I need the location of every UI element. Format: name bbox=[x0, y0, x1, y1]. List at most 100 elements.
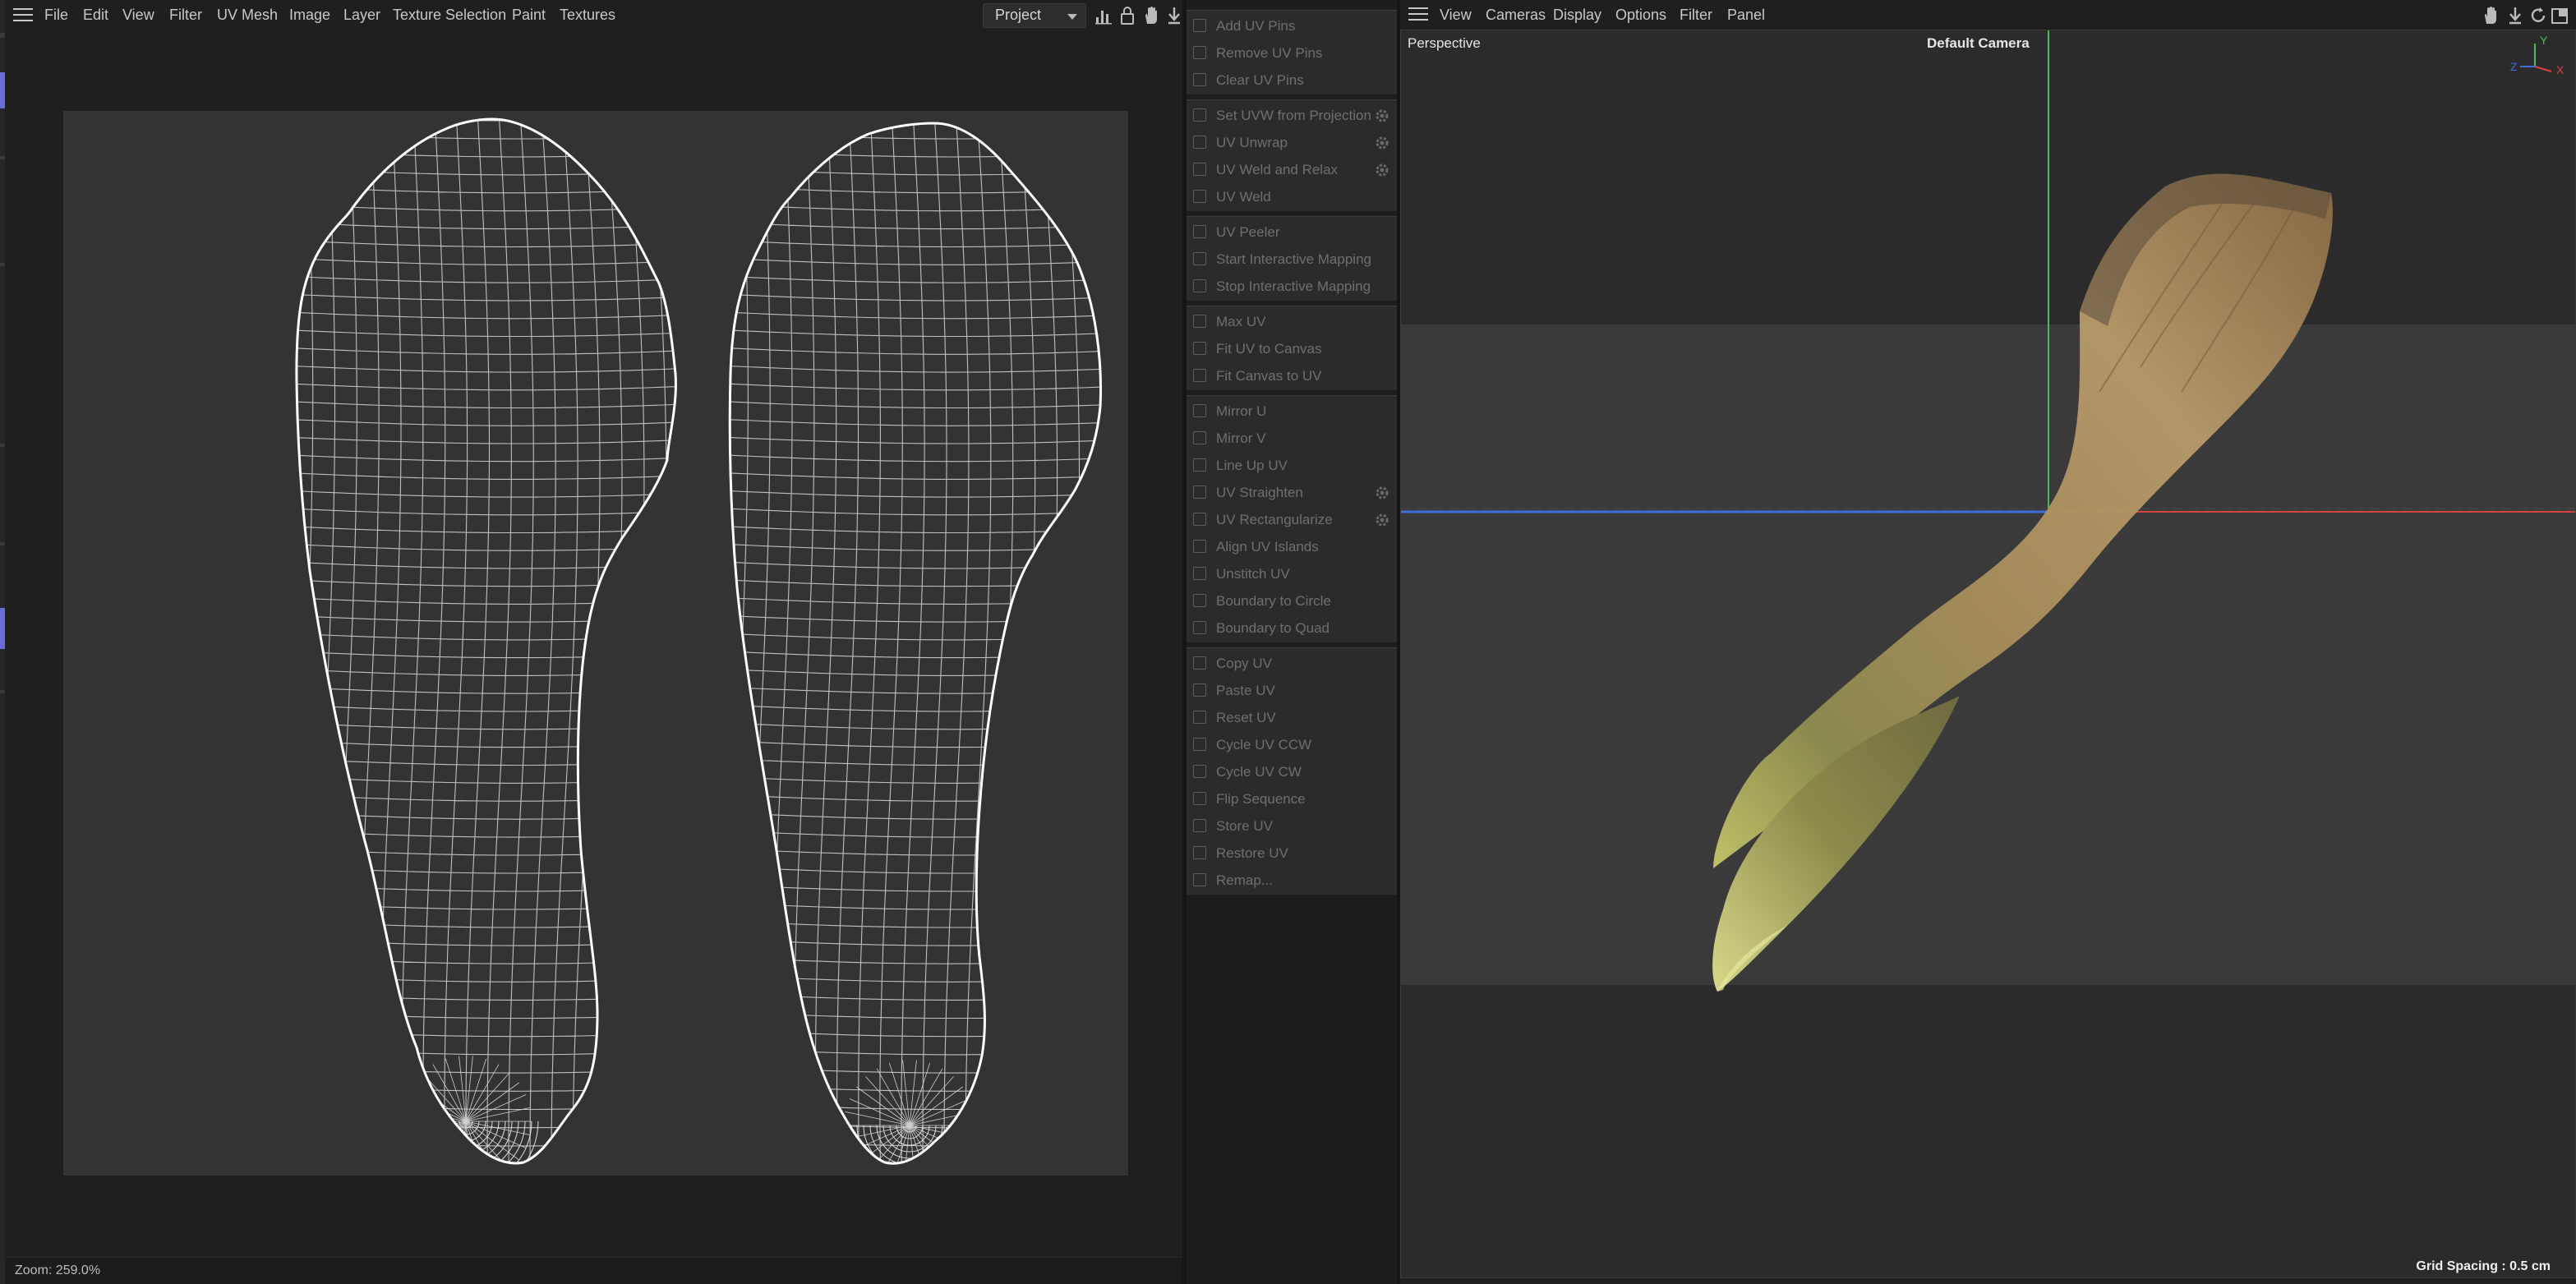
menu-paint[interactable]: Paint bbox=[512, 7, 546, 24]
menu-filter[interactable]: Filter bbox=[169, 7, 202, 24]
cmd-boundary-to-quad[interactable]: Boundary to Quad bbox=[1187, 614, 1397, 642]
uv-island-left[interactable] bbox=[272, 111, 689, 1176]
fit-canvas-icon bbox=[1193, 369, 1206, 382]
histogram-icon[interactable] bbox=[1094, 6, 1113, 25]
uv-island-right[interactable] bbox=[707, 111, 1123, 1176]
cmd-mirror-v[interactable]: Mirror V bbox=[1187, 425, 1397, 452]
cmd-set-uvw-from-projection[interactable]: Set UVW from Projection bbox=[1187, 102, 1397, 129]
scene-render[interactable] bbox=[1401, 30, 2576, 1278]
cmd-flip-sequence[interactable]: Flip Sequence bbox=[1187, 785, 1397, 812]
cmd-label: Set UVW from Projection bbox=[1216, 108, 1371, 123]
vp-menu-panel[interactable]: Panel bbox=[1727, 7, 1765, 24]
cmd-cycle-uv-ccw[interactable]: Cycle UV CCW bbox=[1187, 731, 1397, 758]
viewport-scene[interactable]: Perspective Default Camera Y Z X Grid Sp… bbox=[1400, 30, 2576, 1278]
menu-file[interactable]: File bbox=[44, 7, 68, 24]
cmd-label: UV Weld bbox=[1216, 189, 1271, 205]
cmd-label: Unstitch UV bbox=[1216, 566, 1290, 582]
gear-icon[interactable] bbox=[1374, 162, 1390, 178]
cmd-mirror-u[interactable]: Mirror U bbox=[1187, 398, 1397, 425]
cmd-copy-uv[interactable]: Copy UV bbox=[1187, 650, 1397, 677]
uv-status-bar: Zoom: 259.0% bbox=[5, 1257, 1182, 1284]
cmd-remove-uv-pins[interactable]: Remove UV Pins bbox=[1187, 39, 1397, 67]
move-down-icon[interactable] bbox=[2506, 6, 2524, 25]
vp-menu-options[interactable]: Options bbox=[1615, 7, 1666, 24]
rectangularize-icon bbox=[1193, 513, 1206, 526]
weld-icon bbox=[1193, 190, 1206, 203]
remap-icon bbox=[1193, 873, 1206, 886]
menu-texture-selection[interactable]: Texture Selection bbox=[393, 7, 506, 24]
lock-icon[interactable] bbox=[1118, 6, 1136, 25]
uv-canvas[interactable] bbox=[63, 111, 1128, 1176]
cmd-uv-unwrap[interactable]: UV Unwrap bbox=[1187, 129, 1397, 156]
cmd-uv-weld[interactable]: UV Weld bbox=[1187, 183, 1397, 210]
cmd-uv-rectangularize[interactable]: UV Rectangularize bbox=[1187, 506, 1397, 533]
cmd-unstitch-uv[interactable]: Unstitch UV bbox=[1187, 560, 1397, 587]
cmd-uv-weld-and-relax[interactable]: UV Weld and Relax bbox=[1187, 156, 1397, 183]
gizmo-z-label: Z bbox=[2510, 60, 2518, 73]
vp-menu-filter[interactable]: Filter bbox=[1680, 7, 1712, 24]
camera-label[interactable]: Default Camera bbox=[1927, 35, 2030, 52]
weld-relax-icon bbox=[1193, 163, 1206, 176]
mirror-u-icon bbox=[1193, 404, 1206, 417]
cmd-cycle-uv-cw[interactable]: Cycle UV CW bbox=[1187, 758, 1397, 785]
menu-image[interactable]: Image bbox=[289, 7, 330, 24]
cmd-label: UV Unwrap bbox=[1216, 135, 1288, 150]
gear-icon[interactable] bbox=[1374, 108, 1390, 124]
zoom-label: Zoom: 259.0% bbox=[15, 1263, 101, 1277]
menu-uv-mesh[interactable]: UV Mesh bbox=[217, 7, 278, 24]
hand-pan-icon[interactable] bbox=[1142, 6, 1160, 25]
vp-menu-cameras[interactable]: Cameras bbox=[1486, 7, 1546, 24]
menu-edit[interactable]: Edit bbox=[83, 7, 108, 24]
cmd-restore-uv[interactable]: Restore UV bbox=[1187, 840, 1397, 867]
cmd-clear-uv-pins[interactable]: Clear UV Pins bbox=[1187, 67, 1397, 94]
gear-icon[interactable] bbox=[1374, 485, 1390, 501]
hand-pan-icon[interactable] bbox=[2482, 6, 2500, 25]
cmd-label: Max UV bbox=[1216, 314, 1266, 329]
cmd-uv-straighten[interactable]: UV Straighten bbox=[1187, 479, 1397, 506]
view-mode-label[interactable]: Perspective bbox=[1408, 35, 1481, 52]
cmd-boundary-to-circle[interactable]: Boundary to Circle bbox=[1187, 587, 1397, 614]
cmd-reset-uv[interactable]: Reset UV bbox=[1187, 704, 1397, 731]
cmd-stop-interactive-mapping[interactable]: Stop Interactive Mapping bbox=[1187, 273, 1397, 300]
mirror-v-icon bbox=[1193, 431, 1206, 444]
cmd-label: UV Rectangularize bbox=[1216, 512, 1333, 527]
move-down-icon[interactable] bbox=[1165, 6, 1183, 25]
project-select[interactable]: Project bbox=[983, 3, 1086, 28]
uv-panel-menu-icon[interactable] bbox=[13, 8, 33, 23]
uv-commands-palette: Add UV Pins Remove UV Pins Clear UV Pins Se… bbox=[1187, 0, 1397, 1284]
palette-group: Max UV Fit UV to Canvas Fit Canvas to UV bbox=[1187, 306, 1397, 390]
palette-group: Add UV Pins Remove UV Pins Clear UV Pins bbox=[1187, 10, 1397, 94]
cmd-store-uv[interactable]: Store UV bbox=[1187, 812, 1397, 840]
play-icon bbox=[1193, 252, 1206, 265]
cmd-remap[interactable]: Remap... bbox=[1187, 867, 1397, 894]
cmd-start-interactive-mapping[interactable]: Start Interactive Mapping bbox=[1187, 246, 1397, 273]
cmd-label: Mirror V bbox=[1216, 430, 1266, 446]
gear-icon[interactable] bbox=[1374, 512, 1390, 528]
menu-view[interactable]: View bbox=[122, 7, 154, 24]
cmd-label: Add UV Pins bbox=[1216, 18, 1296, 34]
cmd-add-uv-pins[interactable]: Add UV Pins bbox=[1187, 12, 1397, 39]
cmd-uv-peeler[interactable]: UV Peeler bbox=[1187, 219, 1397, 246]
viewport-panel-menu-icon[interactable] bbox=[1408, 7, 1428, 22]
uv-islands[interactable] bbox=[63, 111, 1128, 1176]
cmd-align-uv-islands[interactable]: Align UV Islands bbox=[1187, 533, 1397, 560]
cmd-max-uv[interactable]: Max UV bbox=[1187, 308, 1397, 335]
gear-icon[interactable] bbox=[1374, 135, 1390, 151]
cmd-label: Remove UV Pins bbox=[1216, 45, 1323, 61]
vp-menu-display[interactable]: Display bbox=[1553, 7, 1601, 24]
menu-layer[interactable]: Layer bbox=[343, 7, 380, 24]
cmd-line-up-uv[interactable]: Line Up UV bbox=[1187, 452, 1397, 479]
rotate-icon[interactable] bbox=[2529, 6, 2547, 25]
chevron-down-icon bbox=[1067, 14, 1077, 20]
cmd-label: Cycle UV CCW bbox=[1216, 737, 1312, 752]
cmd-fit-uv-to-canvas[interactable]: Fit UV to Canvas bbox=[1187, 335, 1397, 362]
cmd-fit-canvas-to-uv[interactable]: Fit Canvas to UV bbox=[1187, 362, 1397, 389]
cmd-paste-uv[interactable]: Paste UV bbox=[1187, 677, 1397, 704]
palette-group: Set UVW from Projection UV Unwrap UV Weld … bbox=[1187, 99, 1397, 211]
cmd-label: Fit Canvas to UV bbox=[1216, 368, 1322, 384]
line-up-icon bbox=[1193, 458, 1206, 472]
cmd-label: Stop Interactive Mapping bbox=[1216, 278, 1371, 294]
menu-textures[interactable]: Textures bbox=[560, 7, 615, 24]
vp-menu-view[interactable]: View bbox=[1440, 7, 1472, 24]
maximize-panel-icon[interactable] bbox=[2551, 6, 2569, 25]
